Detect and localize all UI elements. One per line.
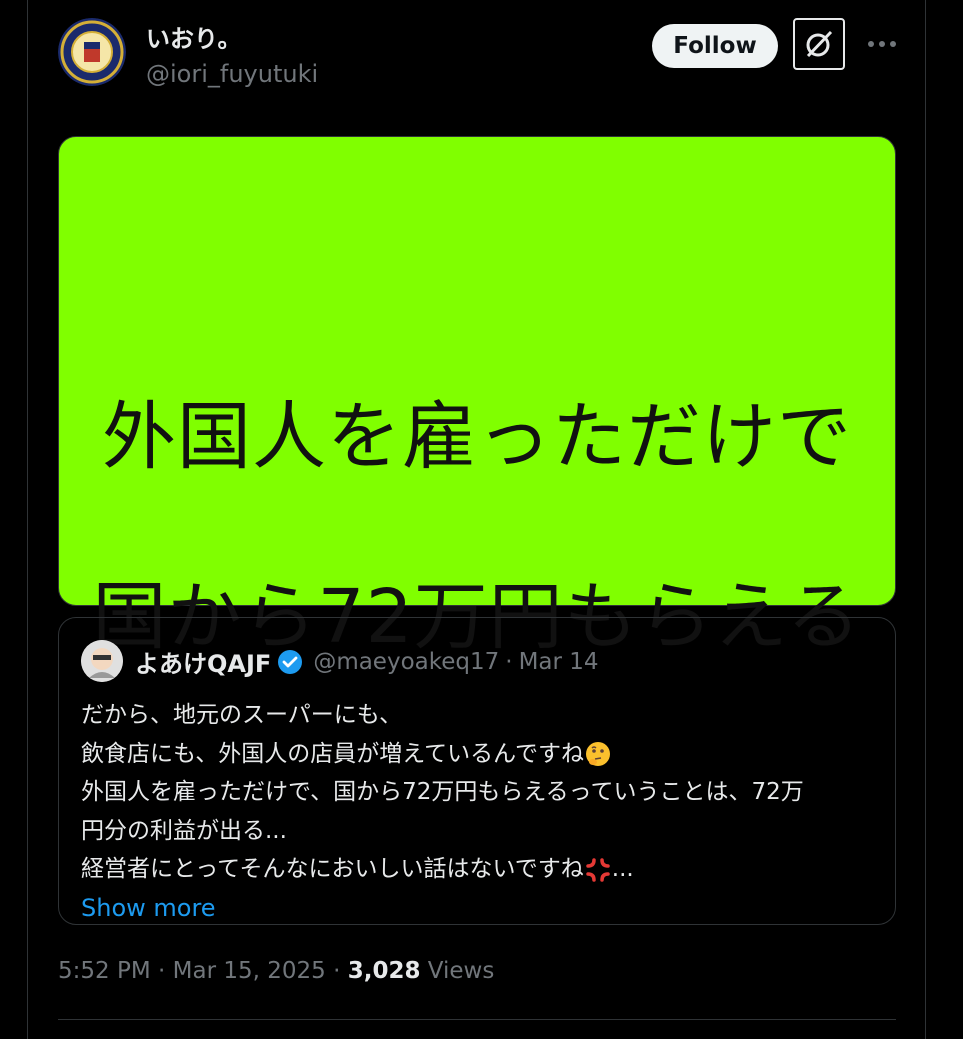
- grok-icon: [806, 30, 833, 58]
- quote-author-name[interactable]: よあけQAJF: [135, 644, 271, 679]
- author-handle[interactable]: @iori_fuyutuki: [146, 58, 318, 90]
- quote-line-5: 経営者にとってそんなにおいしい話はないですね ...: [81, 850, 881, 889]
- grok-button[interactable]: [793, 18, 845, 70]
- quote-author-avatar[interactable]: [81, 640, 123, 682]
- verified-badge-icon: [278, 649, 303, 674]
- quote-trailing-ellipsis: ...: [611, 856, 634, 882]
- tweet-time[interactable]: 5:52 PM: [58, 958, 151, 984]
- anger-symbol-emoji-icon: [586, 857, 610, 882]
- divider: [58, 1019, 896, 1020]
- column-border-left: [27, 0, 28, 1039]
- meta-separator-1: ·: [158, 958, 166, 984]
- tweet-image[interactable]: 外国人を雇っただけで 国から72万円もらえる: [58, 136, 896, 660]
- follow-button[interactable]: Follow: [652, 24, 778, 68]
- tweet-meta: 5:52 PM · Mar 15, 2025 · 3,028 Views: [58, 958, 494, 984]
- views-label: Views: [427, 958, 495, 984]
- quoted-tweet[interactable]: よあけQAJF @maeyoakeq17 · Mar 14 だから、地元のスーパ…: [58, 617, 896, 925]
- author-names: いおり。 @iori_fuyutuki: [146, 24, 318, 90]
- quote-line-5-text: 経営者にとってそんなにおいしい話はないですね: [81, 856, 584, 882]
- quote-line-4: 円分の利益が出る...: [81, 812, 881, 851]
- quote-date[interactable]: Mar 14: [519, 649, 599, 675]
- quote-line-1-text: だから、地元のスーパーにも、: [81, 702, 403, 728]
- author-avatar[interactable]: [58, 18, 126, 86]
- quote-line-1: だから、地元のスーパーにも、: [81, 696, 881, 735]
- meta-separator-2: ·: [333, 958, 341, 984]
- tweet-date[interactable]: Mar 15, 2025: [173, 958, 326, 984]
- quote-body: だから、地元のスーパーにも、 飲食店にも、外国人の店員が増えているんですね 外国…: [81, 696, 881, 928]
- image-text-line-1: 外国人を雇っただけで: [102, 394, 852, 480]
- more-icon: [868, 41, 896, 47]
- fbi-seal-icon: [58, 18, 126, 86]
- quote-line-3: 外国人を雇っただけで、国から72万円もらえるっていうことは、72万: [81, 773, 881, 812]
- column-border-right: [925, 0, 926, 1039]
- quote-line-2: 飲食店にも、外国人の店員が増えているんですね: [81, 735, 881, 774]
- quote-author-handle: @maeyoakeq17: [313, 648, 500, 675]
- thinking-face-emoji-icon: [586, 742, 611, 766]
- quote-line-4-text: 円分の利益が出る...: [81, 817, 287, 844]
- quote-show-more-row: Show more: [81, 889, 881, 929]
- quote-avatar-icon: [81, 640, 123, 682]
- quote-line-3-text: 外国人を雇っただけで、国から72万円もらえるっていうことは、72万: [81, 779, 804, 805]
- tweet-header: いおり。 @iori_fuyutuki Follow: [58, 18, 898, 90]
- author-display-name[interactable]: いおり。: [146, 24, 318, 54]
- more-options-button[interactable]: [864, 28, 900, 60]
- show-more-link[interactable]: Show more: [81, 894, 216, 922]
- quote-header: よあけQAJF @maeyoakeq17 · Mar 14: [135, 644, 599, 679]
- quote-separator: ·: [505, 648, 513, 675]
- views-count: 3,028: [347, 958, 421, 984]
- quote-line-2-text: 飲食店にも、外国人の店員が増えているんですね: [81, 740, 585, 767]
